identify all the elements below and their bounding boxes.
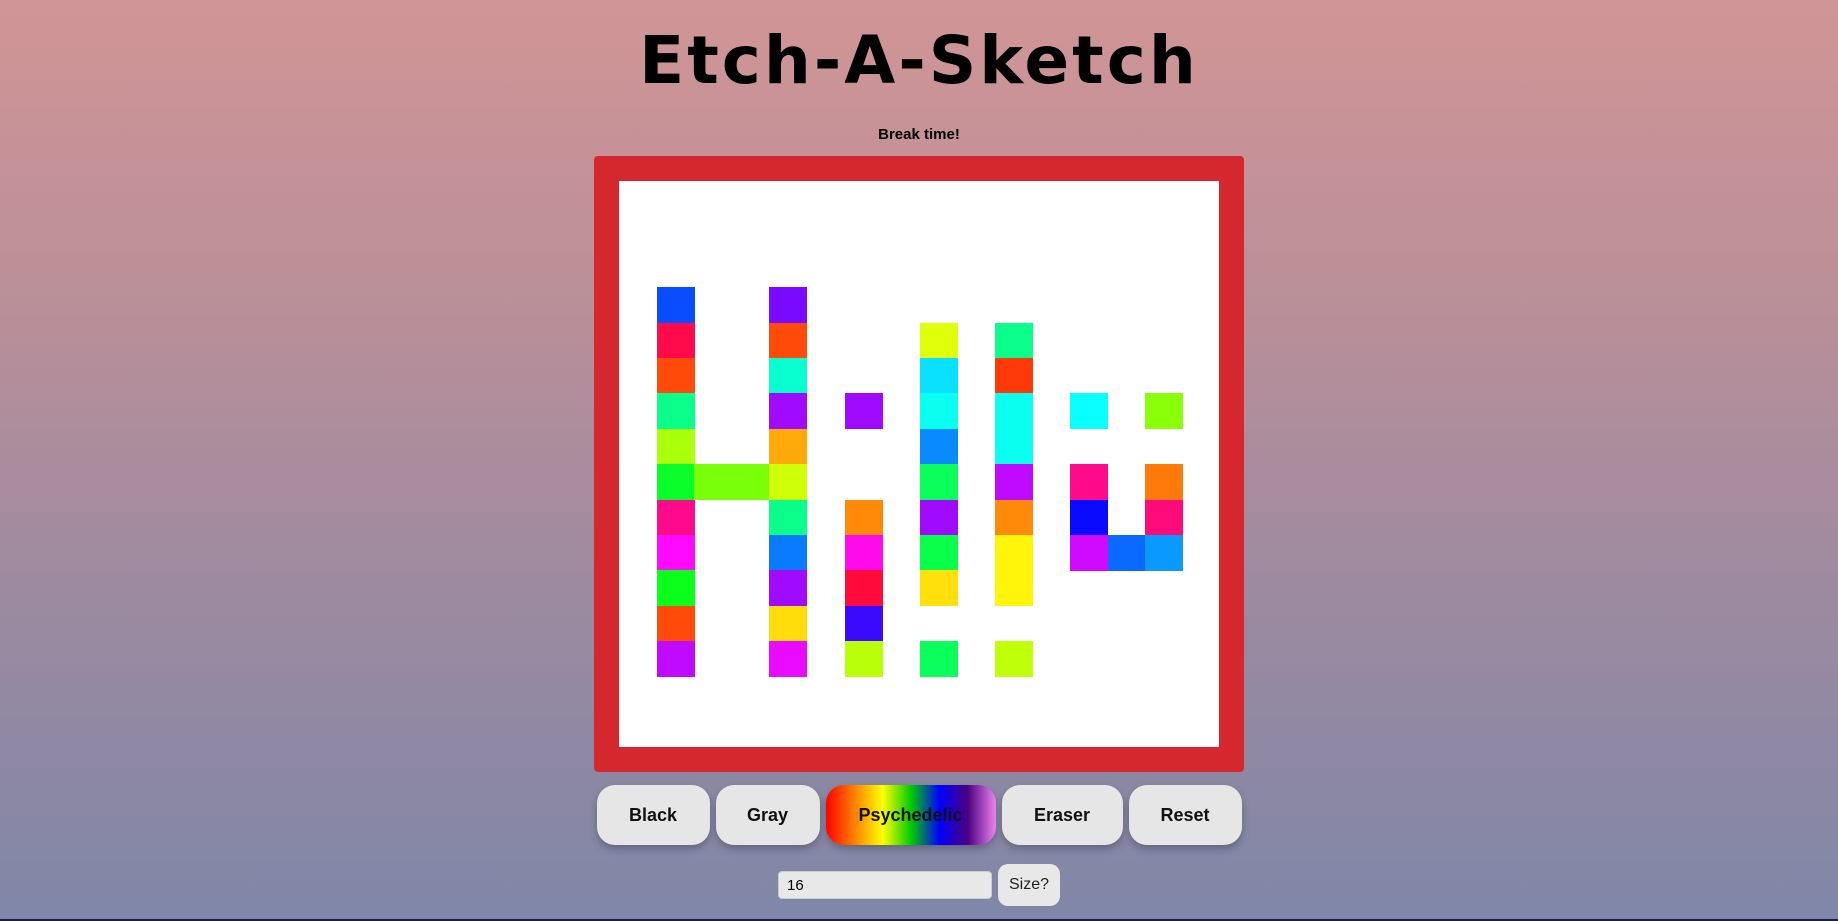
grid-cell[interactable] — [769, 358, 808, 394]
eraser-button[interactable]: Eraser — [1001, 785, 1123, 845]
grid-cell[interactable] — [844, 570, 883, 607]
grid-cell[interactable] — [995, 464, 1033, 501]
sketch-canvas[interactable] — [619, 181, 1219, 747]
grid-cell[interactable] — [656, 464, 695, 501]
grid-cell[interactable] — [1145, 535, 1184, 571]
grid-cell[interactable] — [656, 393, 695, 430]
grid-cell[interactable] — [919, 393, 958, 430]
grid-cell[interactable] — [995, 570, 1033, 607]
grid-cell[interactable] — [656, 499, 695, 536]
grid-cell[interactable] — [1070, 393, 1109, 430]
grid-cell[interactable] — [769, 428, 808, 465]
grid-cell[interactable] — [844, 641, 883, 678]
grid-cell[interactable] — [769, 393, 808, 430]
grid-cell[interactable] — [844, 393, 883, 430]
grid-cell[interactable] — [731, 464, 770, 501]
grid-size-controls: Size? — [0, 864, 1838, 906]
grid-cell[interactable] — [995, 322, 1033, 359]
grid-cell[interactable] — [919, 570, 958, 607]
black-button[interactable]: Black — [596, 785, 710, 845]
grid-cell[interactable] — [995, 535, 1033, 571]
size-button[interactable]: Size? — [998, 864, 1060, 906]
grid-cell[interactable] — [769, 464, 808, 501]
grid-cell[interactable] — [844, 605, 883, 642]
grid-cell[interactable] — [656, 641, 695, 678]
grid-cell[interactable] — [1145, 393, 1184, 430]
grid-cell[interactable] — [769, 641, 808, 678]
grid-cell[interactable] — [656, 605, 695, 642]
color-mode-buttons: Black Gray Psychedelic Eraser Reset — [0, 785, 1838, 845]
grid-cell[interactable] — [995, 641, 1033, 678]
grid-cell[interactable] — [656, 535, 695, 571]
grid-size-input[interactable] — [778, 871, 992, 899]
grid-cell[interactable] — [656, 322, 695, 359]
grid-cell[interactable] — [844, 535, 883, 571]
grid-cell[interactable] — [769, 322, 808, 359]
grid-cell[interactable] — [769, 499, 808, 536]
page-title: Etch-A-Sketch — [639, 22, 1199, 99]
grid-cell[interactable] — [769, 287, 808, 324]
psychedelic-button[interactable]: Psychedelic — [825, 785, 996, 845]
grid-cell[interactable] — [995, 358, 1033, 394]
grid-cell[interactable] — [919, 464, 958, 501]
grid-cell[interactable] — [995, 428, 1033, 465]
grid-cell[interactable] — [919, 535, 958, 571]
gray-button[interactable]: Gray — [715, 785, 820, 845]
grid-cell[interactable] — [844, 499, 883, 536]
grid-cell[interactable] — [995, 499, 1033, 536]
grid-cell[interactable] — [919, 641, 958, 678]
grid-cell[interactable] — [769, 605, 808, 642]
grid-cell[interactable] — [694, 464, 733, 501]
subtitle: Break time! — [878, 126, 960, 143]
grid-cell[interactable] — [919, 358, 958, 394]
reset-button[interactable]: Reset — [1128, 785, 1242, 845]
grid-cell[interactable] — [1070, 499, 1109, 536]
grid-cell[interactable] — [919, 428, 958, 465]
grid-cell[interactable] — [769, 570, 808, 607]
grid-cell[interactable] — [1070, 535, 1109, 571]
sketch-frame — [594, 156, 1244, 772]
grid-cell[interactable] — [1107, 535, 1146, 571]
grid-cell[interactable] — [1145, 499, 1184, 536]
grid-cell[interactable] — [1070, 464, 1109, 501]
grid-cell[interactable] — [656, 428, 695, 465]
grid-cell[interactable] — [1145, 464, 1184, 501]
grid-cell[interactable] — [656, 570, 695, 607]
grid-cell[interactable] — [769, 535, 808, 571]
grid-cell[interactable] — [995, 393, 1033, 430]
grid-cell[interactable] — [656, 358, 695, 394]
grid-cell[interactable] — [919, 499, 958, 536]
grid-cell[interactable] — [919, 322, 958, 359]
grid-cell[interactable] — [656, 287, 695, 324]
